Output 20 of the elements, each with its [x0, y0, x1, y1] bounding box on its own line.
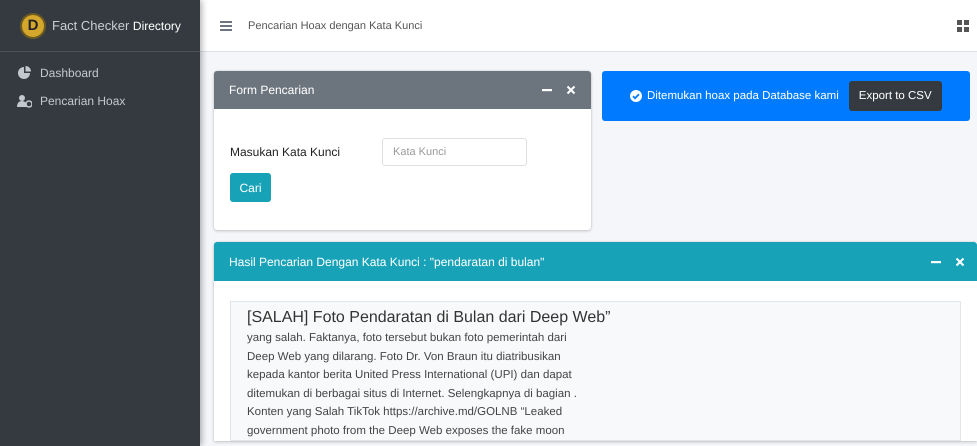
sidebar-item[interactable]: Pencarian Hoax — [0, 92, 200, 110]
users-icon — [17, 94, 32, 108]
pie-chart-icon — [17, 66, 32, 80]
card-title: Form Pencarian — [229, 83, 314, 97]
export-button[interactable]: Export to CSV — [848, 81, 942, 111]
result-title: [SALAH] Foto Pendaratan di Bulan dari Deep Web” — [247, 309, 612, 327]
alert-message: Ditemukan hoax pada Database kami — [647, 90, 839, 102]
card-title: Hasil Pencarian Dengan Kata Kunci : "pendaratan di bulan" — [229, 254, 544, 268]
result-snippet: yang salah. Faktanya, foto tersebut bukan foto pemerintah dari Deep Web yang dilarang. Foto Dr. Von Braun itu diatribusikan kepada kantor berita United Press International (UPI) dan dapat ditemukan di berbagai situs di Internet. Selengkapnya di bagian . Konten yang Salah TikTok https://archive.md/GOLNB “Leaked government photo from the Deep Web exposes the fake moon — [247, 331, 578, 438]
logo-icon: D — [22, 14, 44, 36]
page-title: Pencarian Hoax dengan Kata Kunci — [248, 20, 422, 32]
keyword-input[interactable]: Kata Kunci — [382, 138, 527, 166]
grid-icon — [957, 20, 969, 32]
field-label: Masukan Kata Kunci — [230, 145, 342, 159]
sidebar-item[interactable]: Dashboard — [0, 64, 200, 82]
check-circle-icon — [630, 90, 642, 102]
brand-title: Fact Checker Directory — [52, 18, 181, 33]
menu-icon — [220, 20, 232, 30]
close-icon — [566, 85, 576, 95]
close-icon — [955, 256, 965, 266]
